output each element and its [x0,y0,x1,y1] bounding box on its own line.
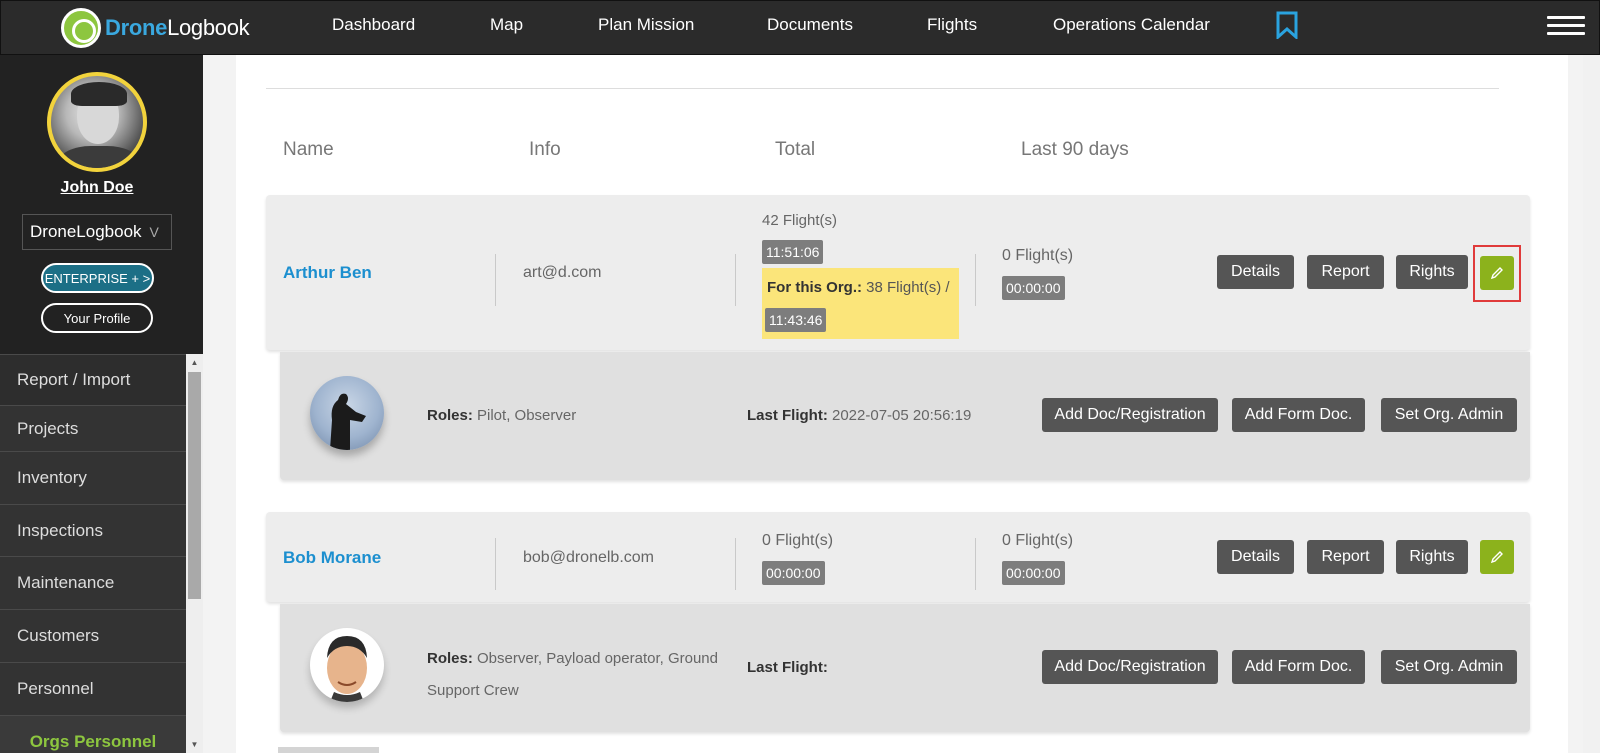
org-flights: 38 Flight(s) / [866,279,950,296]
total-time-badge: 00:00:00 [762,561,825,585]
enterprise-button[interactable]: ENTERPRISE + > [41,263,154,293]
rights-button[interactable]: Rights [1396,540,1468,574]
nav-dashboard[interactable]: Dashboard [332,15,415,35]
report-button[interactable]: Report [1307,255,1384,289]
details-button[interactable]: Details [1217,540,1294,574]
last90-flights: 0 Flight(s) [1002,247,1074,264]
last90-time-badge: 00:00:00 [1002,276,1065,300]
chevron-down-icon: V [149,224,159,240]
logo-text: DroneLogbook [105,14,250,40]
profile-section: John Doe DroneLogbook V ENTERPRISE + > Y… [0,55,203,354]
set-org-admin-button[interactable]: Set Org. Admin [1381,398,1517,432]
last90-flights: 0 Flight(s) [1002,532,1074,549]
divider [266,88,1499,89]
edit-button[interactable] [1480,540,1514,574]
person-avatar [310,628,384,702]
add-doc-registration-button[interactable]: Add Doc/Registration [1042,398,1218,432]
sidebar-item-inspections[interactable]: Inspections [0,504,186,556]
set-org-admin-button[interactable]: Set Org. Admin [1381,650,1517,684]
nav-operations-calendar[interactable]: Operations Calendar [1053,15,1210,35]
org-time-badge: 11:43:46 [765,308,827,332]
header-info: Info [529,139,561,160]
sidebar-item-orgs-personnel[interactable]: Orgs Personnel [0,715,186,753]
org-stats-label: For this Org.: [767,279,862,296]
header-name: Name [283,139,334,160]
report-button[interactable]: Report [1307,540,1384,574]
bookmark-icon[interactable] [1275,11,1299,39]
sidebar-item-report-import[interactable]: Report / Import [0,354,186,405]
top-navbar: DroneLogbook Dashboard Map Plan Mission … [0,0,1600,55]
avatar[interactable] [47,72,147,172]
person-name-link[interactable]: Arthur Ben [283,263,372,283]
page-scrollbar[interactable] [1583,55,1600,753]
person-name-link[interactable]: Bob Morane [283,548,381,568]
sidebar-item-maintenance[interactable]: Maintenance [0,556,186,609]
last-flight-text: Last Flight: 2022-07-05 20:56:19 [747,407,972,424]
sidebar-scrollbar[interactable]: ▲ ▼ [186,354,203,753]
header-last-90-days: Last 90 days [1021,139,1129,160]
next-card-edge [278,747,379,753]
org-stats-box: For this Org.: 38 Flight(s) / 11:43:46 [762,268,959,339]
header-total: Total [775,139,816,160]
add-doc-registration-button[interactable]: Add Doc/Registration [1042,650,1218,684]
sidebar: John Doe DroneLogbook V ENTERPRISE + > Y… [0,55,203,753]
sidebar-item-customers[interactable]: Customers [0,609,186,662]
total-flights: 0 Flight(s) [762,532,834,549]
sidebar-item-projects[interactable]: Projects [0,405,186,451]
scroll-down-icon[interactable]: ▼ [186,736,203,753]
nav-documents[interactable]: Documents [767,15,853,35]
details-button[interactable]: Details [1217,255,1294,289]
org-select-value: DroneLogbook [30,222,142,241]
person-email: art@d.com [523,264,602,281]
hamburger-menu-icon[interactable] [1547,16,1585,38]
nav-flights[interactable]: Flights [927,15,977,35]
add-form-doc-button[interactable]: Add Form Doc. [1232,398,1365,432]
nav-map[interactable]: Map [490,15,523,35]
person-avatar [310,376,384,450]
logo-icon [61,7,101,48]
last-flight-text: Last Flight: [747,659,828,676]
pencil-icon [1490,551,1503,564]
org-select[interactable]: DroneLogbook V [22,214,172,250]
side-menu: Report / Import Projects Inventory Inspe… [0,354,186,753]
person-email: bob@dronelb.com [523,549,654,566]
app-logo[interactable]: DroneLogbook [61,5,250,50]
last90-time-badge: 00:00:00 [1002,561,1065,585]
roles-text: Roles: Observer, Payload operator, Groun… [427,650,718,699]
scroll-up-icon[interactable]: ▲ [186,354,203,371]
your-profile-button[interactable]: Your Profile [41,303,153,333]
sidebar-item-personnel[interactable]: Personnel [0,662,186,715]
highlight-box [1473,245,1521,302]
total-flights: 42 Flight(s) [762,212,838,229]
scrollbar-thumb[interactable] [188,372,201,599]
sidebar-item-inventory[interactable]: Inventory [0,451,186,504]
total-time-badge: 11:51:06 [762,240,824,264]
roles-text: Roles: Pilot, Observer [427,407,577,424]
nav-plan-mission[interactable]: Plan Mission [598,15,694,35]
user-name-link[interactable]: John Doe [0,179,194,197]
rights-button[interactable]: Rights [1396,255,1468,289]
add-form-doc-button[interactable]: Add Form Doc. [1232,650,1365,684]
